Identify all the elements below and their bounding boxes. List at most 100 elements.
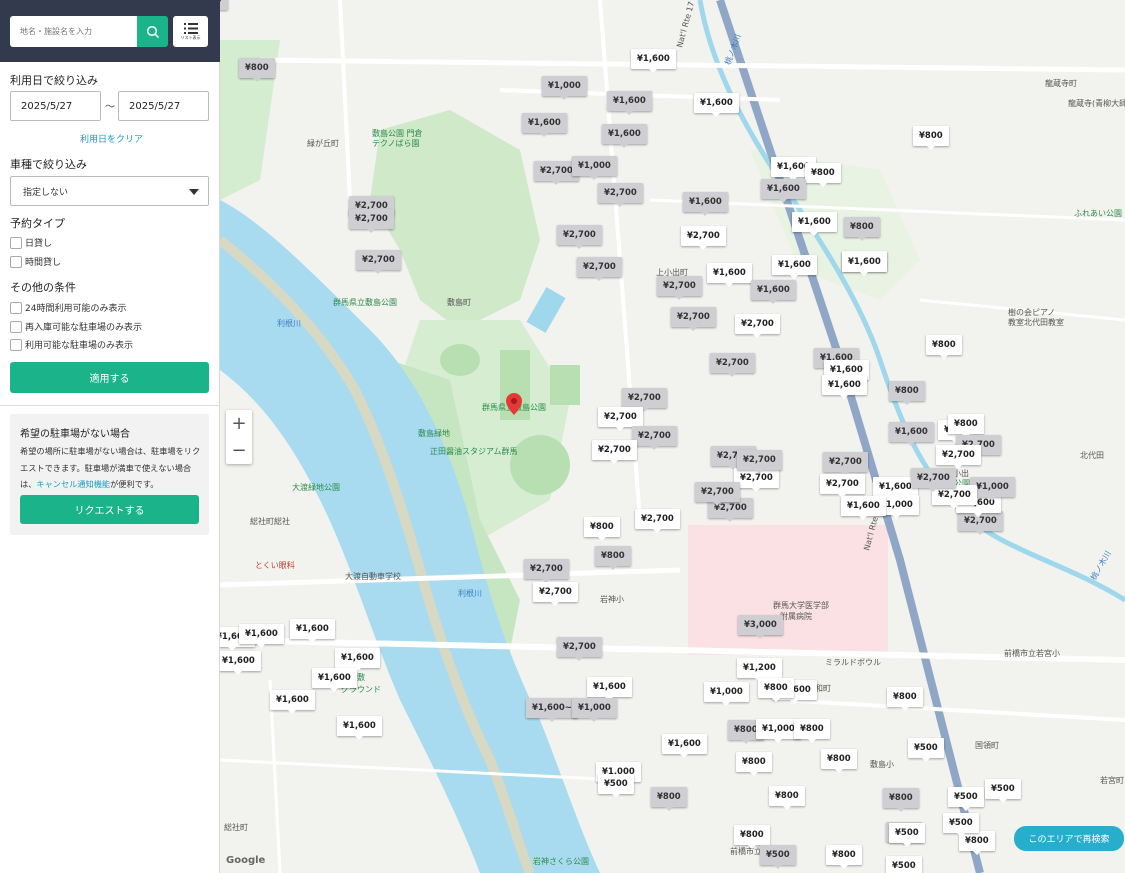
price-pin[interactable]: ¥800 bbox=[805, 163, 841, 187]
price-pin[interactable]: ¥2,700 bbox=[671, 307, 716, 331]
price-pin[interactable]: ¥1,200 bbox=[737, 658, 782, 682]
price-pin[interactable]: ¥1,600 bbox=[662, 734, 707, 758]
price-pin[interactable]: ¥2,700 bbox=[737, 450, 782, 474]
price-pin[interactable]: ¥1,600 bbox=[761, 179, 806, 203]
price-pin[interactable]: ¥1,600 bbox=[822, 375, 867, 399]
price-pin[interactable]: ¥1,600 bbox=[587, 677, 632, 701]
car-type-select[interactable]: 指定しない bbox=[10, 176, 209, 206]
date-to-field[interactable]: 2025/5/27 bbox=[118, 91, 209, 121]
price-pin[interactable]: ¥500 bbox=[220, 0, 228, 10]
price-pin[interactable]: ¥2,700 bbox=[632, 426, 677, 450]
research-area-button[interactable]: このエリアで再検索 bbox=[1014, 826, 1124, 851]
price-pin[interactable]: ¥2,700 bbox=[820, 474, 865, 498]
price-pin[interactable]: ¥1,600 bbox=[239, 624, 284, 648]
price-pin[interactable]: ¥2,700 bbox=[657, 276, 702, 300]
price-pin[interactable]: ¥500 bbox=[908, 738, 944, 762]
price-pin[interactable]: ¥1,600 bbox=[607, 91, 652, 115]
price-pin[interactable]: ¥2,700 bbox=[932, 485, 977, 509]
price-pin[interactable]: ¥1,600 bbox=[522, 113, 567, 137]
price-pin[interactable]: ¥800 bbox=[584, 517, 620, 541]
price-pin[interactable]: ¥2,700 bbox=[622, 388, 667, 412]
price-pin[interactable]: ¥2,700 bbox=[681, 226, 726, 250]
list-view-button[interactable]: リスト表示 bbox=[173, 16, 208, 47]
price-pin[interactable]: ¥1,600 bbox=[707, 263, 752, 287]
price-pin[interactable]: ¥800 bbox=[887, 687, 923, 711]
price-pin[interactable]: ¥800 bbox=[889, 381, 925, 405]
reserve-hourly-checkbox[interactable]: 時間貸し bbox=[10, 255, 61, 268]
price-pin[interactable]: ¥800 bbox=[651, 787, 687, 811]
price-pin[interactable]: ¥2,700 bbox=[557, 225, 602, 249]
price-pin[interactable]: ¥3,000 bbox=[738, 615, 783, 639]
price-pin[interactable]: ¥1,600 bbox=[312, 668, 357, 692]
price-pin[interactable]: ¥1,600 bbox=[792, 212, 837, 236]
price-pin[interactable]: ¥1,600~ bbox=[526, 698, 578, 722]
zoom-out-button[interactable]: − bbox=[226, 437, 252, 464]
price-pin[interactable]: ¥500 bbox=[943, 813, 979, 837]
price-pin[interactable]: ¥1,000 bbox=[704, 682, 749, 706]
price-pin[interactable]: ¥2,700 bbox=[695, 482, 740, 506]
price-pin[interactable]: ¥1,600 bbox=[683, 192, 728, 216]
price-pin[interactable]: ¥1,600 bbox=[631, 49, 676, 73]
price-pin[interactable]: ¥2,700 bbox=[356, 250, 401, 274]
price-pin[interactable]: ¥1,600 bbox=[772, 255, 817, 279]
price-pin[interactable]: ¥800 bbox=[736, 752, 772, 776]
search-button[interactable] bbox=[137, 16, 168, 47]
price-pin[interactable]: ¥1,600 bbox=[842, 252, 887, 276]
checkbox-box[interactable] bbox=[10, 236, 22, 249]
price-pin[interactable]: ¥1,600 bbox=[602, 124, 647, 148]
price-pin[interactable]: ¥2,700 bbox=[735, 314, 780, 338]
price-pin[interactable]: ¥800 bbox=[844, 217, 880, 241]
price-pin[interactable]: ¥500 bbox=[985, 779, 1021, 803]
price-pin[interactable]: ¥800 bbox=[758, 678, 794, 702]
checkbox-box[interactable] bbox=[10, 338, 22, 351]
price-pin[interactable]: ¥800 bbox=[821, 749, 857, 773]
price-pin[interactable]: ¥800 bbox=[595, 546, 631, 570]
price-pin[interactable]: ¥1,000 bbox=[572, 698, 617, 722]
price-pin[interactable]: ¥1,600 bbox=[335, 648, 380, 672]
price-pin[interactable]: ¥1,600 bbox=[270, 690, 315, 714]
price-pin[interactable]: ¥1,000 bbox=[572, 156, 617, 180]
price-pin[interactable]: ¥2,700 bbox=[577, 257, 622, 281]
price-pin[interactable]: ¥500 bbox=[760, 845, 796, 869]
price-pin[interactable]: ¥800 bbox=[239, 58, 275, 82]
price-pin[interactable]: ¥800 bbox=[926, 335, 962, 359]
price-pin[interactable]: ¥2,700 bbox=[533, 582, 578, 606]
price-pin[interactable]: ¥800 bbox=[883, 788, 919, 812]
price-pin[interactable]: ¥2,700 bbox=[557, 637, 602, 661]
price-pin[interactable]: ¥1,600 bbox=[751, 280, 796, 304]
open-24h-checkbox[interactable]: 24時間利用可能のみ表示 bbox=[10, 301, 126, 314]
reserve-daily-checkbox[interactable]: 日貸し bbox=[10, 236, 52, 249]
price-pin[interactable]: ¥1,600 bbox=[694, 93, 739, 117]
available-only-checkbox[interactable]: 利用可能な駐車場のみ表示 bbox=[10, 338, 133, 351]
request-button[interactable]: リクエストする bbox=[20, 495, 199, 524]
reentry-checkbox[interactable]: 再入庫可能な駐車場のみ表示 bbox=[10, 320, 142, 333]
price-pin[interactable]: ¥800 bbox=[734, 825, 770, 849]
checkbox-box[interactable] bbox=[10, 320, 22, 333]
date-from-field[interactable]: 2025/5/27 bbox=[10, 91, 101, 121]
price-pin[interactable]: ¥800 bbox=[948, 414, 984, 438]
search-input[interactable] bbox=[10, 16, 137, 47]
price-pin[interactable]: ¥800 bbox=[794, 719, 830, 743]
price-pin[interactable]: ¥2,700 bbox=[635, 509, 680, 533]
price-pin[interactable]: ¥800 bbox=[913, 126, 949, 150]
price-pin[interactable]: ¥800 bbox=[826, 845, 862, 869]
map-canvas[interactable]: 緑が丘町 敷島公園 門倉 テクノばら園 群馬県立敷島公園 敷島町 上小出町 龍蔵… bbox=[220, 0, 1125, 873]
price-pin[interactable]: ¥2,700 bbox=[823, 452, 868, 476]
price-pin[interactable]: ¥2,700 bbox=[592, 440, 637, 464]
checkbox-box[interactable] bbox=[10, 255, 22, 268]
price-pin[interactable]: ¥500 bbox=[948, 787, 984, 811]
date-clear-link[interactable]: 利用日をクリア bbox=[80, 132, 143, 145]
price-pin[interactable]: ¥2,700 bbox=[710, 353, 755, 377]
price-pin[interactable]: ¥500 bbox=[886, 856, 922, 873]
zoom-in-button[interactable]: + bbox=[226, 410, 252, 437]
price-pin[interactable]: ¥1,600 bbox=[290, 619, 335, 643]
price-pin[interactable]: ¥1,000 bbox=[542, 76, 587, 100]
price-pin[interactable]: ¥800 bbox=[769, 786, 805, 810]
price-pin[interactable]: ¥2,700 bbox=[936, 445, 981, 469]
price-pin[interactable]: ¥2,700 bbox=[524, 559, 569, 583]
price-pin[interactable]: ¥500 bbox=[598, 774, 634, 798]
price-pin[interactable]: ¥2,700 bbox=[911, 468, 956, 492]
cancel-notify-link[interactable]: キャンセル通知機能 bbox=[36, 479, 110, 489]
price-pin[interactable]: ¥1,600 bbox=[220, 651, 261, 675]
price-pin[interactable]: ¥1,600 bbox=[841, 496, 886, 520]
